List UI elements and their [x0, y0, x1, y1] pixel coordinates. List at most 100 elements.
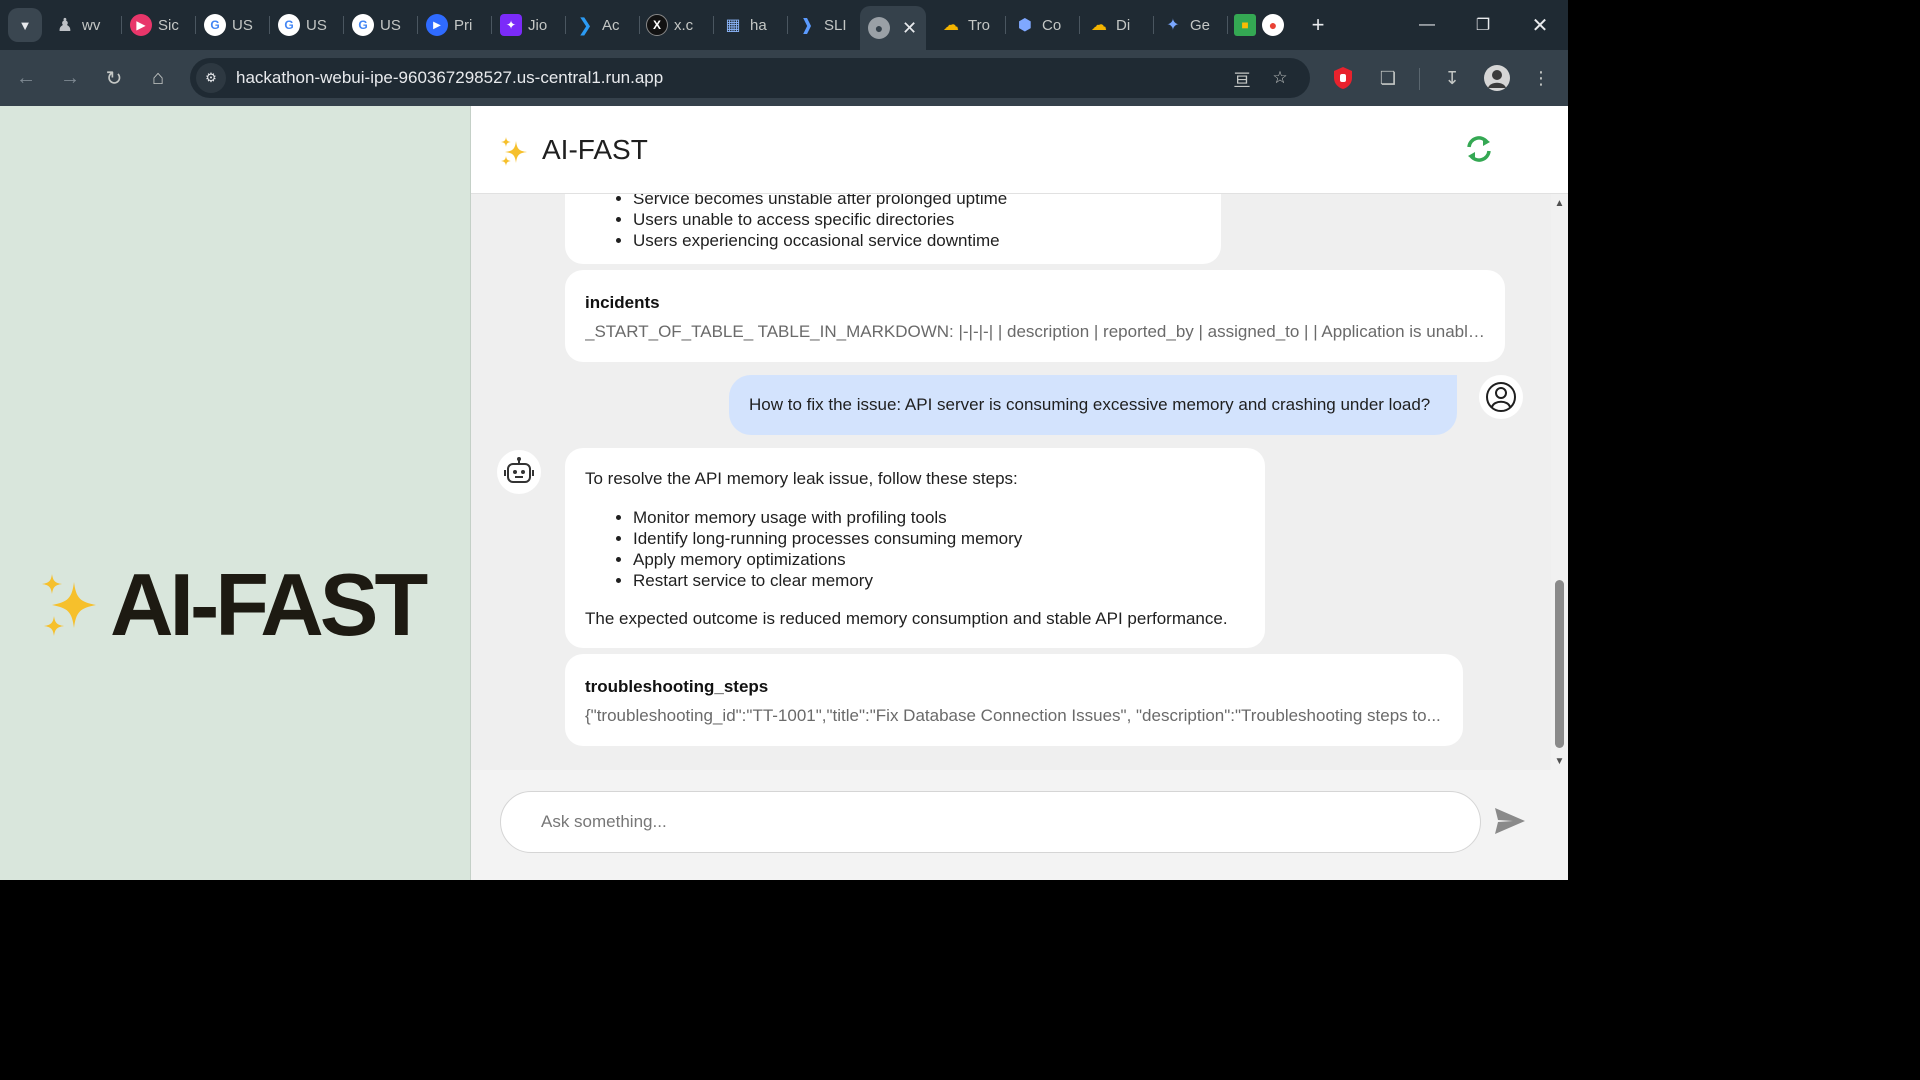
extensions-puzzle-icon[interactable]: ❏ [1372, 62, 1404, 94]
brand-logo: AI-FAST [38, 554, 428, 656]
send-icon[interactable] [1493, 806, 1527, 836]
grid-icon: ▦ [725, 17, 741, 34]
tab-label: Ac [602, 16, 620, 34]
restore-button[interactable]: ❐ [1463, 8, 1503, 42]
bot-avatar-icon [497, 450, 541, 494]
tab-label: Ge [1190, 16, 1211, 34]
user-message-text: How to fix the issue: API server is cons… [749, 395, 1431, 414]
record-icon: ● [1262, 14, 1284, 36]
browser-tab[interactable]: ■ ● [1234, 6, 1292, 44]
url-text[interactable]: hackathon-webui-ipe-960367298527.us-cent… [236, 68, 663, 88]
tab-label: Pri [454, 16, 473, 34]
answer-intro: To resolve the API memory leak issue, fo… [585, 469, 1018, 488]
tab-search-chevron-icon[interactable]: ▼ [8, 8, 42, 42]
list-item: Monitor memory usage with profiling tool… [633, 507, 1245, 528]
reload-icon[interactable]: ↻ [98, 62, 130, 94]
tab-label: Sic [158, 16, 179, 34]
chat-input[interactable] [500, 791, 1481, 853]
browser-tab[interactable]: ☁ Di [1088, 6, 1148, 44]
user-message: How to fix the issue: API server is cons… [729, 375, 1457, 435]
browser-tab[interactable]: ✦ Jio [500, 6, 560, 44]
scroll-down-arrow-icon[interactable]: ▼ [1554, 756, 1565, 767]
list-item: Users experiencing occasional service do… [633, 230, 1201, 251]
home-icon[interactable]: ⌂ [142, 62, 174, 94]
address-bar[interactable]: ⚙ hackathon-webui-ipe-960367298527.us-ce… [190, 58, 1310, 98]
message-list[interactable]: Service becomes unstable after prolonged… [471, 194, 1551, 770]
pawn-icon: ♟ [56, 14, 74, 35]
bot-message: To resolve the API memory leak issue, fo… [565, 448, 1265, 648]
browser-tab[interactable]: ▶ Pri [426, 6, 488, 44]
browser-tab[interactable]: ❱ SLI [796, 6, 854, 44]
cloud-icon: ☁ [943, 17, 959, 34]
chevrons-icon: ❱ [800, 17, 814, 34]
tab-label: ha [750, 16, 767, 34]
cloud-icon: ☁ [1091, 17, 1107, 34]
browser-tab[interactable]: G US [352, 6, 412, 44]
play-icon: ▶ [130, 14, 152, 36]
tab-label: US [306, 16, 327, 34]
tab-label: Jio [528, 16, 548, 34]
back-arrow-icon[interactable]: ← [10, 62, 42, 94]
browser-tab[interactable]: ▶ Sic [130, 6, 190, 44]
download-icon[interactable]: ↧ [1436, 62, 1468, 94]
browser-tab[interactable]: ❯ Ac [574, 6, 634, 44]
forward-arrow-icon[interactable]: → [54, 62, 86, 94]
close-window-button[interactable]: ✕ [1520, 8, 1560, 42]
translate-icon[interactable]: 亘 [1228, 64, 1256, 92]
tab-close-icon[interactable]: ✕ [902, 18, 917, 39]
new-tab-button[interactable]: + [1305, 12, 1331, 38]
browser-tab[interactable]: G US [278, 6, 338, 44]
refresh-icon[interactable] [1463, 133, 1495, 165]
answer-outcome: The expected outcome is reduced memory c… [585, 609, 1228, 628]
vscode-icon: ❯ [577, 14, 593, 35]
chat-panel: AI-FAST Service becomes unstable after p… [471, 106, 1568, 880]
browser-tab[interactable]: X x.c [646, 6, 706, 44]
browser-tabstrip: ▼ ♟ wv ▶ Sic G US G US G US ▶ Pri ✦ Jio … [0, 0, 1568, 50]
browser-tab-active[interactable]: ● ✕ [860, 6, 926, 50]
tab-label: US [232, 16, 253, 34]
tab-label: Di [1116, 16, 1131, 34]
page-title: AI-FAST [542, 134, 648, 165]
source-card[interactable]: incidents _START_OF_TABLE_ TABLE_IN_MARK… [565, 270, 1505, 362]
scrollbar[interactable]: ▲ ▼ [1551, 194, 1568, 770]
scrollbar-thumb[interactable] [1555, 580, 1564, 748]
tab-label: Co [1042, 16, 1062, 34]
profile-avatar[interactable] [1481, 62, 1513, 94]
source-snippet: _START_OF_TABLE_ TABLE_IN_MARKDOWN: |-|-… [585, 322, 1485, 341]
browser-tab[interactable]: ☁ Tro [940, 6, 1000, 44]
browser-toolbar: ← → ↻ ⌂ ⚙ hackathon-webui-ipe-9603672985… [0, 50, 1568, 106]
site-info-icon[interactable]: ⚙ [196, 63, 226, 93]
composer [471, 770, 1568, 880]
meet-icon: ■ [1234, 14, 1256, 36]
jio-icon: ✦ [500, 14, 522, 36]
tab-label: Tro [968, 16, 990, 34]
extension-shield-icon[interactable] [1327, 62, 1359, 94]
brand-panel: AI-FAST [0, 106, 471, 880]
list-item: Users unable to access specific director… [633, 209, 1201, 230]
globe-icon: ● [868, 17, 890, 39]
google-icon: G [352, 14, 374, 36]
bot-message: Service becomes unstable after prolonged… [565, 194, 1221, 264]
tab-label: SLI [824, 16, 847, 34]
sparkle-icon [501, 137, 527, 166]
tab-label: US [380, 16, 401, 34]
browser-tab[interactable]: G US [204, 6, 264, 44]
bookmark-star-icon[interactable]: ☆ [1266, 64, 1294, 92]
sparkle-icon [42, 574, 96, 636]
gemini-star-icon: ✦ [1166, 17, 1180, 34]
google-icon: G [278, 14, 300, 36]
list-item: Restart service to clear memory [633, 570, 1245, 591]
browser-tab[interactable]: ♟ wv [54, 6, 114, 44]
source-title: incidents [585, 293, 660, 312]
chat-header: AI-FAST [471, 106, 1568, 194]
play-circle-icon: ▶ [426, 14, 448, 36]
list-item: Service becomes unstable after prolonged… [633, 194, 1201, 209]
minimize-button[interactable]: — [1407, 8, 1447, 42]
browser-menu-icon[interactable]: ⋮ [1525, 62, 1557, 94]
source-title: troubleshooting_steps [585, 677, 769, 696]
scroll-up-arrow-icon[interactable]: ▲ [1554, 198, 1565, 209]
browser-tab[interactable]: ⬢ Co [1014, 6, 1074, 44]
browser-tab[interactable]: ✦ Ge [1162, 6, 1222, 44]
source-card[interactable]: troubleshooting_steps {"troubleshooting_… [565, 654, 1463, 746]
browser-tab[interactable]: ▦ ha [722, 6, 782, 44]
